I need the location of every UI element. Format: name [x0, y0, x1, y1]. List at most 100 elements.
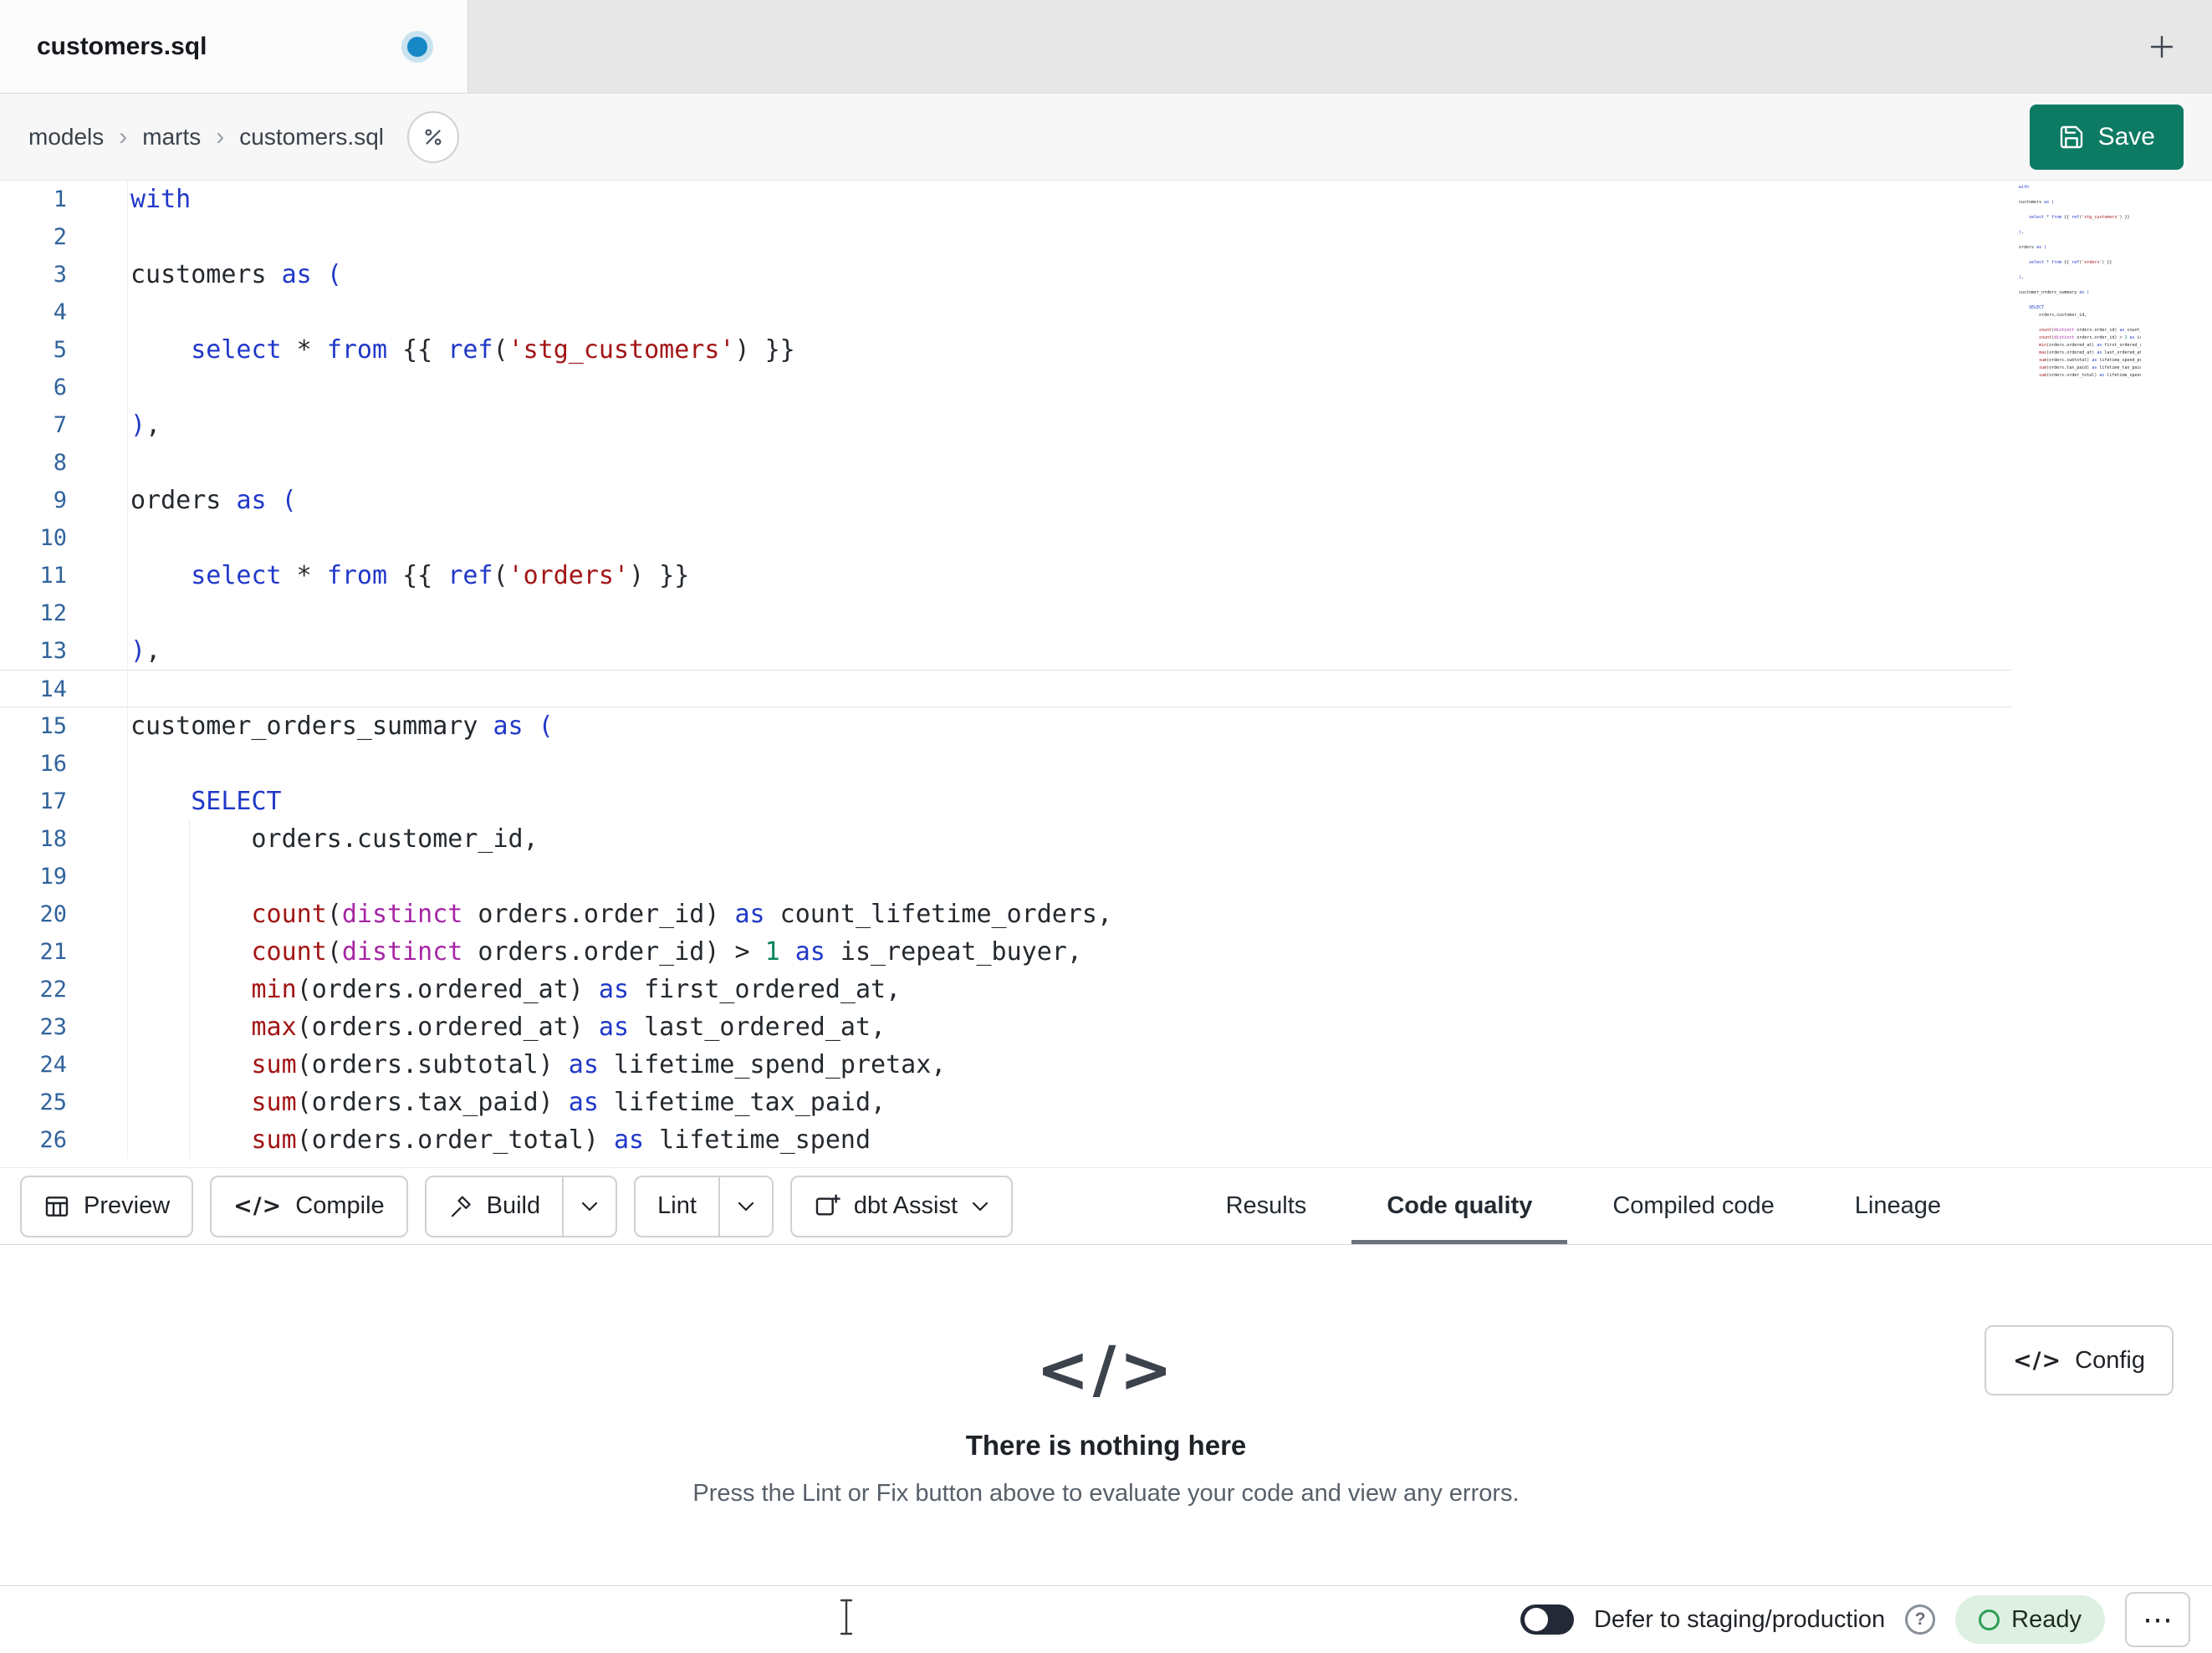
lint-split-button: Lint	[634, 1175, 774, 1237]
dbt-assist-button[interactable]: dbt Assist	[789, 1175, 1014, 1237]
line-number: 22	[39, 977, 67, 1003]
line-number: 18	[39, 826, 67, 852]
indent-guide	[189, 1121, 190, 1159]
minimap-line: sum(orders.tax_paid) as lifetime_tax_pai…	[2014, 365, 2141, 372]
indent-guide	[189, 1008, 190, 1046]
code-line[interactable]: 8	[0, 444, 2212, 482]
code-line[interactable]: 7),	[0, 406, 2212, 444]
code-line[interactable]: 24 sum(orders.subtotal) as lifetime_spen…	[0, 1046, 2212, 1084]
tab-customers-sql[interactable]: customers.sql	[0, 0, 468, 93]
line-content: SELECT	[127, 783, 2212, 820]
ellipsis-icon: ⋯	[2143, 1602, 2173, 1636]
line-content: SELECT	[2029, 305, 2045, 310]
ready-status-badge[interactable]: Ready	[1955, 1595, 2105, 1644]
line-content	[127, 519, 2212, 557]
ready-status-label: Ready	[2011, 1605, 2082, 1633]
code-line[interactable]: 22 min(orders.ordered_at) as first_order…	[0, 971, 2212, 1008]
code-line[interactable]: 12	[0, 594, 2212, 632]
new-tab-button[interactable]	[2137, 22, 2187, 72]
config-button[interactable]: </> Config	[1985, 1325, 2174, 1395]
code-line[interactable]: 9 orders as (	[0, 482, 2212, 519]
code-line[interactable]: 26 sum(orders.order_total) as lifetime_s…	[0, 1121, 2212, 1159]
lint-dropdown-button[interactable]	[720, 1177, 772, 1236]
minimap-line	[2014, 237, 2141, 244]
line-number: 16	[39, 751, 67, 777]
help-icon[interactable]: ?	[1905, 1605, 1936, 1635]
line-content: count(distinct orders.order_id) > 1 as i…	[127, 933, 2212, 971]
code-line[interactable]: 13),	[0, 632, 2212, 670]
minimap-line: sum(orders.subtotal) as lifetime_spend_p…	[2014, 357, 2141, 365]
line-content: select * from {{ ref('stg_customers') }}	[127, 331, 2212, 369]
minimap-line: max(orders.ordered_at) as last_ordered_a…	[2014, 349, 2141, 357]
breadcrumb-item-models[interactable]: models	[28, 124, 104, 151]
file-actions-button[interactable]	[406, 110, 459, 163]
tab-results[interactable]: Results	[1226, 1168, 1307, 1244]
code-line[interactable]: 5 select * from {{ ref('stg_customers') …	[0, 331, 2212, 369]
code-icon-large: </>	[1035, 1332, 1177, 1406]
code-line[interactable]: 1 with	[0, 181, 2212, 218]
tab-title: customers.sql	[37, 32, 207, 60]
indent-guide	[189, 1084, 190, 1121]
line-content	[2014, 237, 2141, 244]
assist-sparkle-icon	[815, 1193, 840, 1216]
line-number: 13	[39, 638, 67, 664]
defer-toggle[interactable]	[1520, 1605, 1574, 1635]
build-dropdown-button[interactable]	[564, 1177, 616, 1236]
minimap-line	[2014, 282, 2141, 289]
breadcrumb-bar: models › marts › customers.sql Save	[0, 94, 2212, 181]
code-line[interactable]: 6	[0, 369, 2212, 406]
code-line[interactable]: 17 SELECT	[0, 783, 2212, 820]
code-quality-panel: </> There is nothing here Press the Lint…	[0, 1245, 2212, 1585]
line-content: customer_orders_summary as (	[127, 707, 2212, 745]
line-number: 5	[53, 337, 67, 363]
code-line[interactable]: 23 max(orders.ordered_at) as last_ordere…	[0, 1008, 2212, 1046]
code-line[interactable]: 15 customer_orders_summary as (	[0, 707, 2212, 745]
minimap-line	[2014, 297, 2141, 304]
save-button[interactable]: Save	[2029, 104, 2184, 170]
code-line[interactable]: 4	[0, 293, 2212, 331]
code-line[interactable]: 18 orders.customer_id,	[0, 820, 2212, 858]
code-line[interactable]: 10	[0, 519, 2212, 557]
code-editor[interactable]: 1 with 2 3 customers as (4 5 select * from {{…	[0, 181, 2212, 1167]
code-line[interactable]: 20 count(distinct orders.order_id) as co…	[0, 895, 2212, 933]
build-button[interactable]: Build	[427, 1176, 564, 1236]
line-content: sum(orders.subtotal) as lifetime_spend_p…	[2039, 358, 2141, 363]
line-content: customers as (	[2019, 200, 2055, 205]
code-line[interactable]: 21 count(distinct orders.order_id) > 1 a…	[0, 933, 2212, 971]
tab-code-quality[interactable]: Code quality	[1351, 1168, 1568, 1244]
line-content	[2014, 252, 2141, 259]
line-number: 11	[39, 563, 67, 589]
line-content	[2014, 207, 2141, 214]
tab-lineage[interactable]: Lineage	[1855, 1168, 1941, 1244]
minimap-line	[2014, 222, 2141, 229]
line-content: ),	[127, 406, 2212, 444]
tab-bar: customers.sql	[0, 0, 2212, 94]
results-tab-list: Results Code quality Compiled code Linea…	[1226, 1168, 1941, 1244]
line-content	[2014, 267, 2141, 274]
line-number: 25	[39, 1089, 67, 1115]
line-content: orders.customer_id,	[127, 820, 2212, 858]
code-line[interactable]: 2	[0, 218, 2212, 256]
line-content: sum(orders.tax_paid) as lifetime_tax_pai…	[2039, 365, 2141, 370]
line-number: 14	[39, 676, 67, 702]
indent-guide	[189, 1046, 190, 1084]
line-content: orders.customer_id,	[2019, 313, 2087, 318]
breadcrumb-item-marts[interactable]: marts	[142, 124, 201, 151]
code-line[interactable]: 19	[0, 858, 2212, 895]
more-options-button[interactable]: ⋯	[2125, 1592, 2190, 1647]
code-line[interactable]: 3 customers as (	[0, 256, 2212, 293]
tab-compiled-code[interactable]: Compiled code	[1612, 1168, 1774, 1244]
code-line[interactable]: 14	[0, 670, 2011, 707]
preview-button[interactable]: Preview	[20, 1175, 194, 1237]
minimap[interactable]: with customers as ( select * from {{ ref(…	[2014, 184, 2141, 385]
code-line[interactable]: 11 select * from {{ ref('orders') }}	[0, 557, 2212, 594]
line-content: count(distinct orders.order_id) as count…	[2039, 328, 2141, 333]
editor-toolbar: Preview </> Compile Build Lint dbt Assis…	[0, 1167, 2212, 1245]
line-content: min(orders.ordered_at) as first_ordered_…	[2039, 343, 2141, 348]
code-line[interactable]: 16	[0, 745, 2212, 783]
code-line[interactable]: 25 sum(orders.tax_paid) as lifetime_tax_…	[0, 1084, 2212, 1121]
lint-button[interactable]: Lint	[636, 1176, 720, 1236]
indent-guide	[189, 820, 190, 858]
plus-icon	[2150, 35, 2174, 58]
compile-button[interactable]: </> Compile	[210, 1175, 408, 1237]
